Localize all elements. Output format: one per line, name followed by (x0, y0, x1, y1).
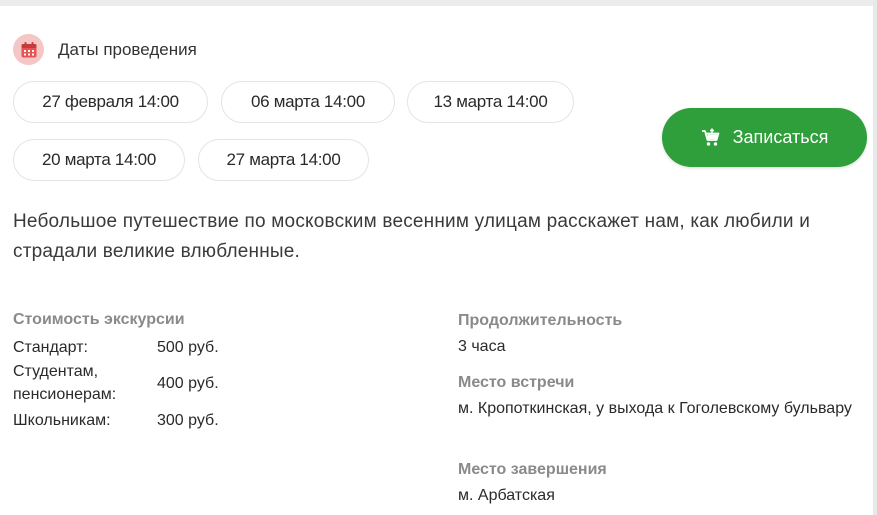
dates-header: Даты проведения (13, 34, 197, 65)
signup-button[interactable]: Записаться (662, 108, 867, 167)
price-label: Школьникам: (13, 412, 111, 429)
price-row: Школьникам: 300 руб. (0, 409, 400, 433)
date-chip[interactable]: 06 марта 14:00 (221, 81, 395, 123)
date-chip[interactable]: 13 марта 14:00 (407, 81, 574, 123)
price-label: Студентам, пенсионерам: (13, 363, 117, 403)
calendar-icon (13, 34, 44, 65)
meeting-title: Место встречи (458, 374, 575, 391)
date-chip[interactable]: 27 марта 14:00 (198, 139, 369, 181)
cart-icon (701, 128, 721, 148)
price-value: 500 руб. (157, 339, 219, 356)
signup-label: Записаться (732, 127, 829, 147)
price-value: 300 руб. (157, 412, 219, 429)
price-value: 400 руб. (157, 375, 219, 392)
end-value: м. Арбатская (458, 487, 555, 504)
end-title: Место завершения (458, 461, 607, 478)
price-row: Студентам, пенсионерам: 400 руб. (0, 360, 400, 408)
top-border (0, 0, 877, 6)
price-row: Стандарт: 500 руб. (0, 336, 400, 360)
dates-header-label: Даты проведения (58, 39, 197, 59)
date-chip[interactable]: 20 марта 14:00 (13, 139, 185, 181)
date-chip[interactable]: 27 февраля 14:00 (13, 81, 208, 123)
pricing-title: Стоимость экскурсии (13, 311, 185, 328)
meeting-value: м. Кропоткинская, у выхода к Гоголевском… (458, 400, 852, 417)
price-label: Стандарт: (13, 339, 88, 356)
tour-description: Небольшое путешествие по московским весе… (13, 211, 811, 262)
duration-title: Продолжительность (458, 312, 623, 329)
scrollbar-track[interactable] (873, 0, 877, 515)
duration-value: 3 часа (458, 338, 506, 355)
